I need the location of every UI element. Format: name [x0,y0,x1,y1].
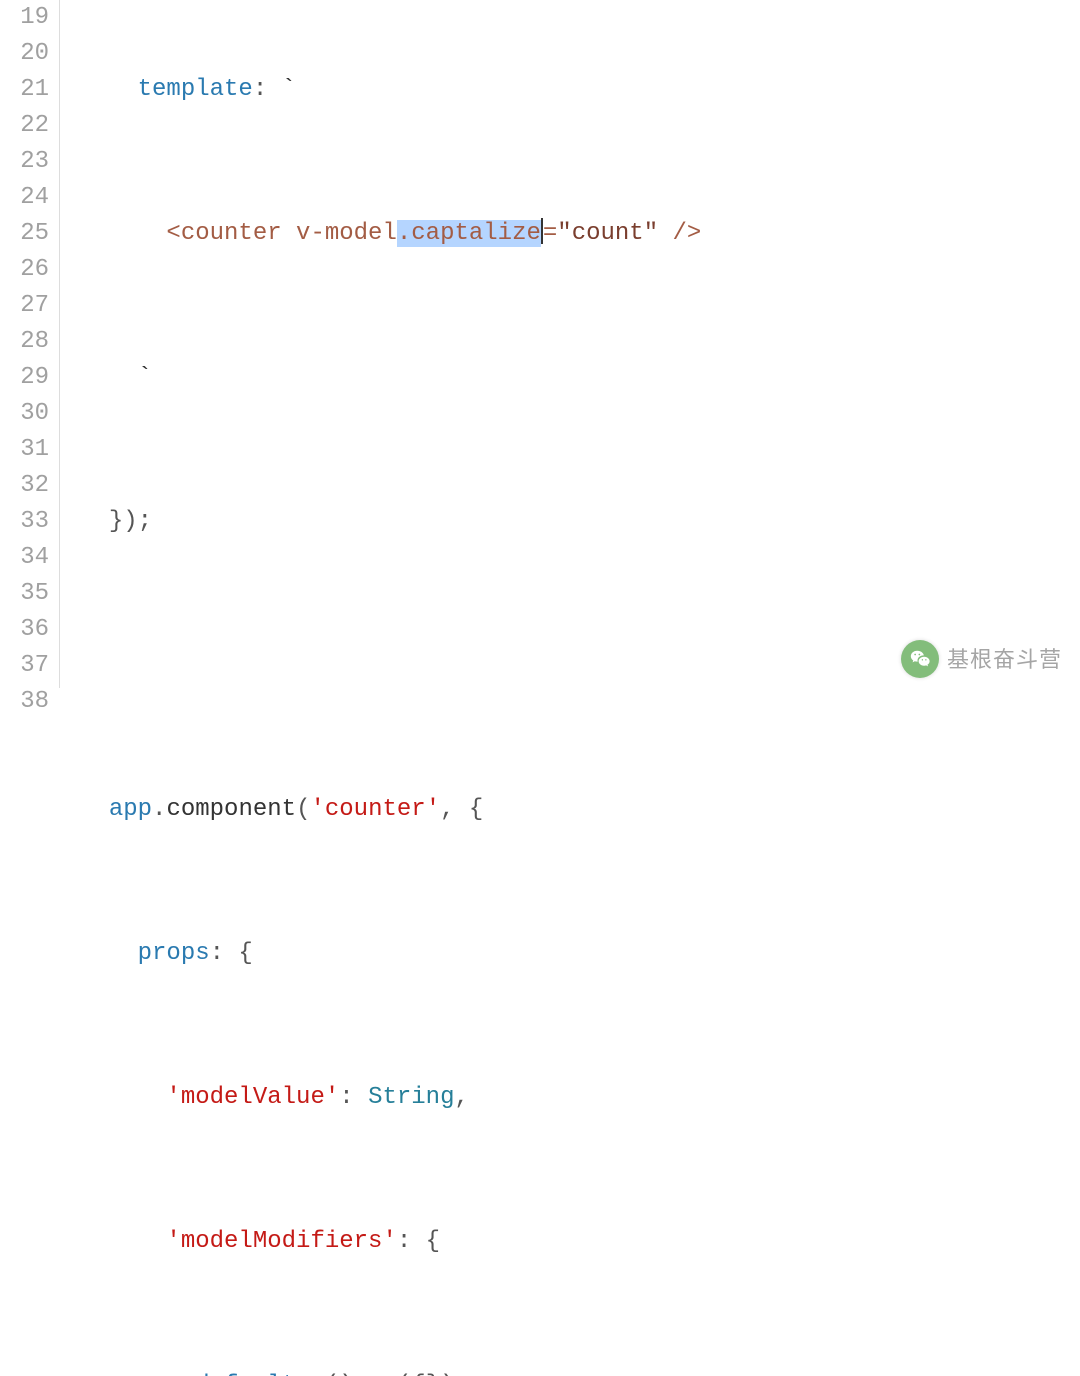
line-number: 37 [0,648,49,684]
code-line[interactable]: ` [80,360,1080,396]
punct: : [397,1228,426,1255]
indent [80,508,109,535]
indent [80,796,109,823]
indent [80,364,138,391]
arrow: => [354,1372,397,1376]
punct: , { [440,796,483,823]
line-number: 33 [0,504,49,540]
prop-key: props [138,940,210,967]
identifier: app [109,796,152,823]
line-number: 21 [0,72,49,108]
string-literal: 'counter' [310,796,440,823]
code-line[interactable]: <counter v-model.captalize="count" /> [80,216,1080,252]
indent [80,1084,166,1111]
line-number: 30 [0,396,49,432]
line-number: 27 [0,288,49,324]
template-text: = [543,220,557,247]
indent [80,76,138,103]
backtick: ` [138,364,152,391]
type-identifier: String [368,1084,454,1111]
punct: : [296,1372,325,1376]
line-number: 23 [0,144,49,180]
punct: ( [296,796,310,823]
string-key: 'modelModifiers' [166,1228,396,1255]
code-line[interactable]: default: ()=> ({}) [80,1368,1080,1376]
line-number: 31 [0,432,49,468]
line-number: 25 [0,216,49,252]
backtick: ` [282,76,296,103]
line-number: 32 [0,468,49,504]
watermark: 基根奋斗营 [901,640,1062,678]
punct: { [426,1228,440,1255]
line-number: 28 [0,324,49,360]
indent [80,220,166,247]
code-line[interactable]: }); [80,504,1080,540]
line-number-gutter: 19 20 21 22 23 24 25 26 27 28 29 30 31 3… [0,0,60,688]
code-editor[interactable]: 19 20 21 22 23 24 25 26 27 28 29 30 31 3… [0,0,1080,688]
line-number: 20 [0,36,49,72]
punct: }); [109,508,152,535]
punct: . [152,796,166,823]
code-line[interactable]: props: { [80,936,1080,972]
code-line[interactable]: 'modelValue': String, [80,1080,1080,1116]
line-number: 38 [0,684,49,720]
string-key: 'modelValue' [166,1084,339,1111]
line-number: 19 [0,0,49,36]
indent [80,940,138,967]
line-number: 35 [0,576,49,612]
wechat-icon [901,640,939,678]
selected-text: .captalize [397,220,541,247]
template-text: <counter v-model [166,220,396,247]
template-string: "count" [557,220,658,247]
line-number: 34 [0,540,49,576]
line-number: 36 [0,612,49,648]
punct: , [454,1084,468,1111]
prop-key: template [138,76,253,103]
punct: ({}) [397,1372,455,1376]
line-number: 26 [0,252,49,288]
code-line[interactable]: template: ` [80,72,1080,108]
indent [80,1372,195,1376]
prop-key: default [195,1372,296,1376]
punct: : { [210,940,253,967]
line-number: 22 [0,108,49,144]
code-line[interactable]: 'modelModifiers': { [80,1224,1080,1260]
code-content[interactable]: template: ` <counter v-model.captalize="… [60,0,1080,688]
line-number: 24 [0,180,49,216]
indent [80,1228,166,1255]
code-line[interactable]: app.component('counter', { [80,792,1080,828]
line-number: 29 [0,360,49,396]
template-text: /> [658,220,701,247]
watermark-text: 基根奋斗营 [947,643,1062,676]
punct: () [325,1372,354,1376]
punct: : [253,76,282,103]
method-name: component [166,796,296,823]
punct: : [339,1084,368,1111]
